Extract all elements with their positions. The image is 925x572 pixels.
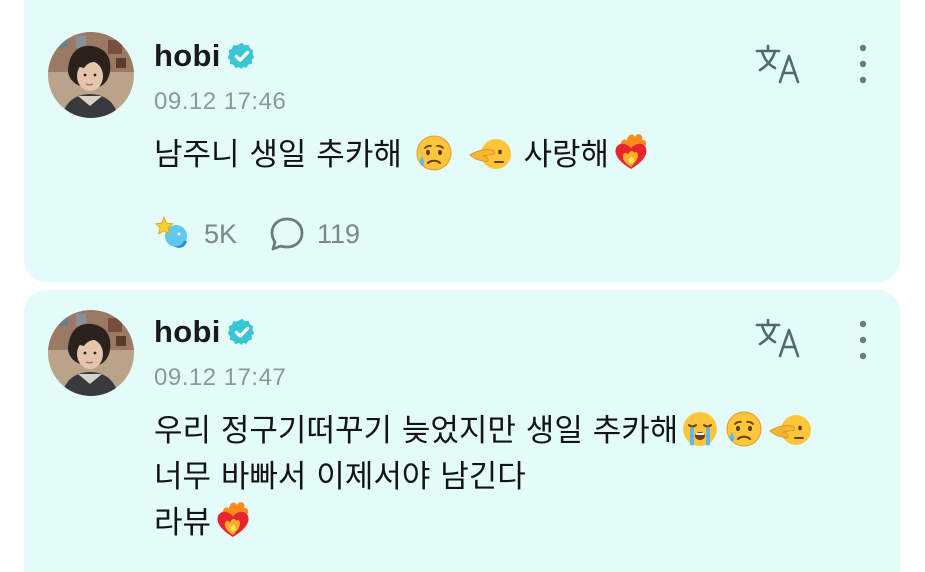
more-vertical-icon[interactable] (856, 318, 870, 362)
author-row: hobi (154, 38, 257, 74)
crying-face-icon (724, 409, 764, 449)
post-line: 남주니 생일 추카해 사랑해 (154, 132, 884, 178)
post-text: 너무 바빠서 이제서야 남긴다 (154, 459, 526, 495)
pointing-hand-face-icon (768, 409, 812, 449)
post-line: 우리 정구기떠꾸기 늦었지만 생일 추카해 (154, 408, 884, 454)
post-line: 라뷰 (154, 500, 884, 546)
verified-badge-icon (227, 41, 257, 71)
author-name[interactable]: hobi (154, 314, 221, 350)
post-text: 라뷰 (154, 505, 212, 541)
sparkle-like-icon (154, 214, 194, 254)
avatar[interactable] (48, 310, 134, 396)
post-line: 너무 바빠서 이제서야 남긴다 (154, 454, 884, 500)
verified-badge-icon (227, 317, 257, 347)
comment-count: 119 (317, 218, 361, 249)
post-timestamp: 09.12 17:46 (154, 88, 287, 115)
translate-icon[interactable] (754, 316, 804, 360)
post-body: 남주니 생일 추카해 사랑해 (154, 132, 884, 178)
comment-bubble-icon (267, 214, 307, 254)
post-card[interactable]: hobi 09.12 17:47 우리 정구기떠꾸기 늦었지만 생일 추카해 너… (24, 290, 900, 572)
post-text: 남주니 생일 추카해 (154, 137, 412, 173)
like-count: 5K (204, 218, 238, 249)
heart-on-fire-icon (213, 501, 253, 541)
heart-on-fire-icon (611, 133, 651, 173)
translate-icon[interactable] (754, 42, 804, 86)
author-name[interactable]: hobi (154, 38, 221, 74)
avatar[interactable] (48, 32, 134, 118)
author-row: hobi (154, 314, 257, 350)
comment-button[interactable]: 119 (267, 214, 360, 254)
more-vertical-icon[interactable] (856, 42, 870, 86)
post-timestamp: 09.12 17:47 (154, 364, 287, 391)
thread-feed: hobi 09.12 17:46 남주니 생일 추카해 사랑해 5K 119 h… (0, 0, 925, 572)
post-body: 우리 정구기떠꾸기 늦었지만 생일 추카해 너무 바빠서 이제서야 남긴다 라뷰 (154, 408, 884, 546)
post-text-tail: 사랑해 (523, 137, 610, 173)
post-stats: 5K 119 (154, 214, 390, 254)
post-text: 우리 정구기떠꾸기 늦었지만 생일 추카해 (154, 413, 679, 449)
post-card[interactable]: hobi 09.12 17:46 남주니 생일 추카해 사랑해 5K 119 (24, 0, 900, 282)
crying-face-icon (414, 133, 454, 173)
like-button[interactable]: 5K (154, 214, 237, 254)
loudly-crying-face-icon (680, 409, 720, 449)
pointing-hand-face-icon (468, 133, 512, 173)
